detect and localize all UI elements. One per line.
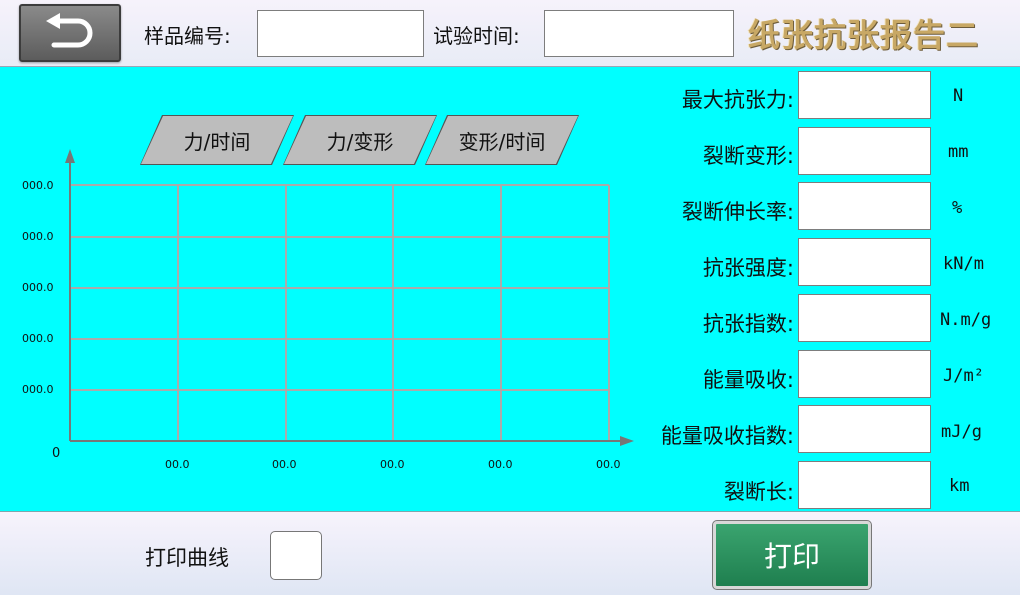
result-label: 裂断变形:: [702, 144, 794, 168]
breaking-length-field[interactable]: [798, 461, 931, 509]
print-button[interactable]: 打印: [712, 520, 872, 590]
report-panel: 力/时间 力/变形 变形/时间 000.0 000.0 000.0 000.0 …: [0, 67, 1020, 512]
result-label: 抗张指数:: [702, 312, 794, 336]
result-label: 能量吸收:: [702, 368, 794, 392]
result-label: 裂断长:: [723, 480, 794, 504]
y-axis-arrow: [65, 149, 75, 163]
energy-absorption-index-field[interactable]: [798, 405, 931, 453]
result-label: 裂断伸长率:: [681, 200, 794, 224]
tensile-index-field[interactable]: [798, 294, 931, 342]
break-elongation-field[interactable]: [798, 182, 931, 230]
sample-no-label: 样品编号:: [144, 24, 231, 48]
sample-no-input[interactable]: [257, 10, 424, 57]
y-tick-label: 000.0: [22, 383, 54, 396]
test-time-input[interactable]: [544, 10, 734, 57]
tensile-strength-field[interactable]: [798, 238, 931, 286]
print-curve-label: 打印曲线: [145, 546, 229, 570]
footer-bar: 打印曲线 打印: [0, 512, 1020, 595]
x-tick-label: 00.0: [380, 458, 405, 471]
print-curve-checkbox[interactable]: [270, 531, 322, 580]
y-tick-label: 000.0: [22, 230, 54, 243]
max-tensile-force-field[interactable]: [798, 71, 931, 119]
curve-chart: [65, 149, 634, 446]
result-label: 能量吸收指数:: [660, 424, 794, 448]
unit-label: J/m²: [943, 366, 984, 386]
result-label: 最大抗张力:: [681, 88, 794, 112]
back-button[interactable]: [19, 4, 121, 62]
page-title: 纸张抗张报告二: [748, 16, 980, 54]
x-tick-label: 00.0: [165, 458, 190, 471]
unit-label: mm: [948, 142, 969, 162]
x-axis-arrow: [620, 436, 634, 446]
x-tick-label: 00.0: [488, 458, 513, 471]
result-label: 抗张强度:: [702, 256, 794, 280]
unit-label: N: [953, 86, 964, 106]
unit-label: mJ/g: [941, 422, 982, 442]
unit-label: km: [949, 476, 970, 496]
break-deformation-field[interactable]: [798, 127, 931, 175]
x-tick-label: 00.0: [272, 458, 297, 471]
chart-grid: [70, 184, 610, 441]
energy-absorption-field[interactable]: [798, 350, 931, 398]
unit-label: kN/m: [943, 254, 984, 274]
x-tick-label: 00.0: [596, 458, 621, 471]
y-tick-label: 000.0: [22, 179, 54, 192]
y-tick-label: 000.0: [22, 332, 54, 345]
unit-label: %: [952, 198, 963, 218]
return-arrow-icon: [46, 13, 93, 48]
y-tick-label: 000.0: [22, 281, 54, 294]
origin-label: 0: [52, 446, 61, 461]
unit-label: N.m/g: [940, 310, 992, 330]
header-bar: 样品编号: 试验时间: 纸张抗张报告二: [0, 0, 1020, 67]
test-time-label: 试验时间:: [433, 24, 520, 48]
